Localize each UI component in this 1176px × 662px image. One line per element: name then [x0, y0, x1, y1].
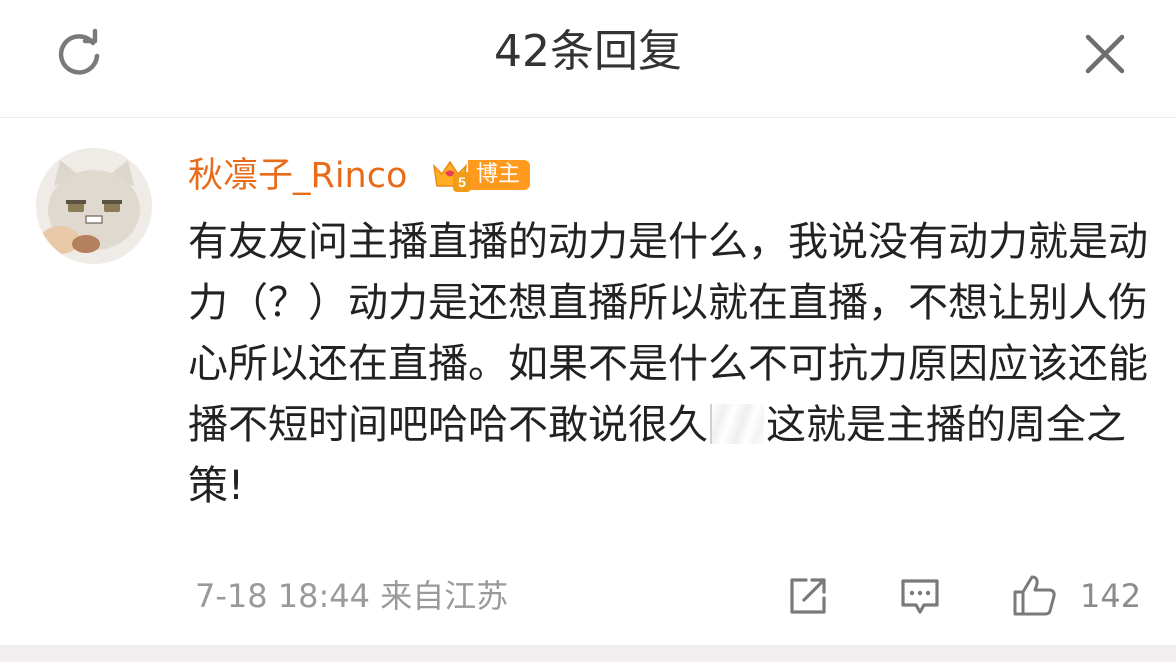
comment-body: 有友友问主播直播的动力是什么，我说没有动力就是动力（？）动力是还想直播所以就在直…	[188, 212, 1148, 517]
username[interactable]: 秋凛子_Rinco	[188, 152, 407, 200]
share-button[interactable]	[786, 572, 830, 620]
comment-icon	[901, 579, 939, 614]
badge-level: 5	[453, 172, 471, 192]
bottom-divider	[0, 645, 1176, 662]
like-count: 142	[1080, 577, 1142, 615]
close-button[interactable]	[1076, 25, 1134, 83]
timestamp: 7-18 18:44	[195, 577, 371, 615]
page-title: 42条回复	[494, 26, 682, 77]
reply-button[interactable]	[898, 572, 942, 620]
avatar[interactable]	[36, 148, 152, 264]
sticker-emoji-icon	[710, 404, 764, 444]
share-icon	[790, 578, 826, 614]
badge-label: 博主	[468, 160, 531, 190]
close-icon	[1085, 34, 1125, 74]
comment-detail-page: 42条回复 秋凛子_Rinco 5 博主 有友友问主播直播的动力是什么，我说没有…	[0, 0, 1176, 662]
location: 来自江苏	[380, 577, 509, 615]
like-button[interactable]: 142	[1010, 572, 1141, 620]
crown-icon: 5	[430, 156, 471, 194]
comment-meta: 7-18 18:44 来自江苏	[195, 574, 508, 618]
thumbs-up-icon	[1013, 575, 1056, 616]
avatar-cat-icon	[36, 148, 152, 264]
header-bar: 42条回复	[0, 0, 1176, 118]
blogger-badge: 5 博主	[430, 156, 531, 194]
